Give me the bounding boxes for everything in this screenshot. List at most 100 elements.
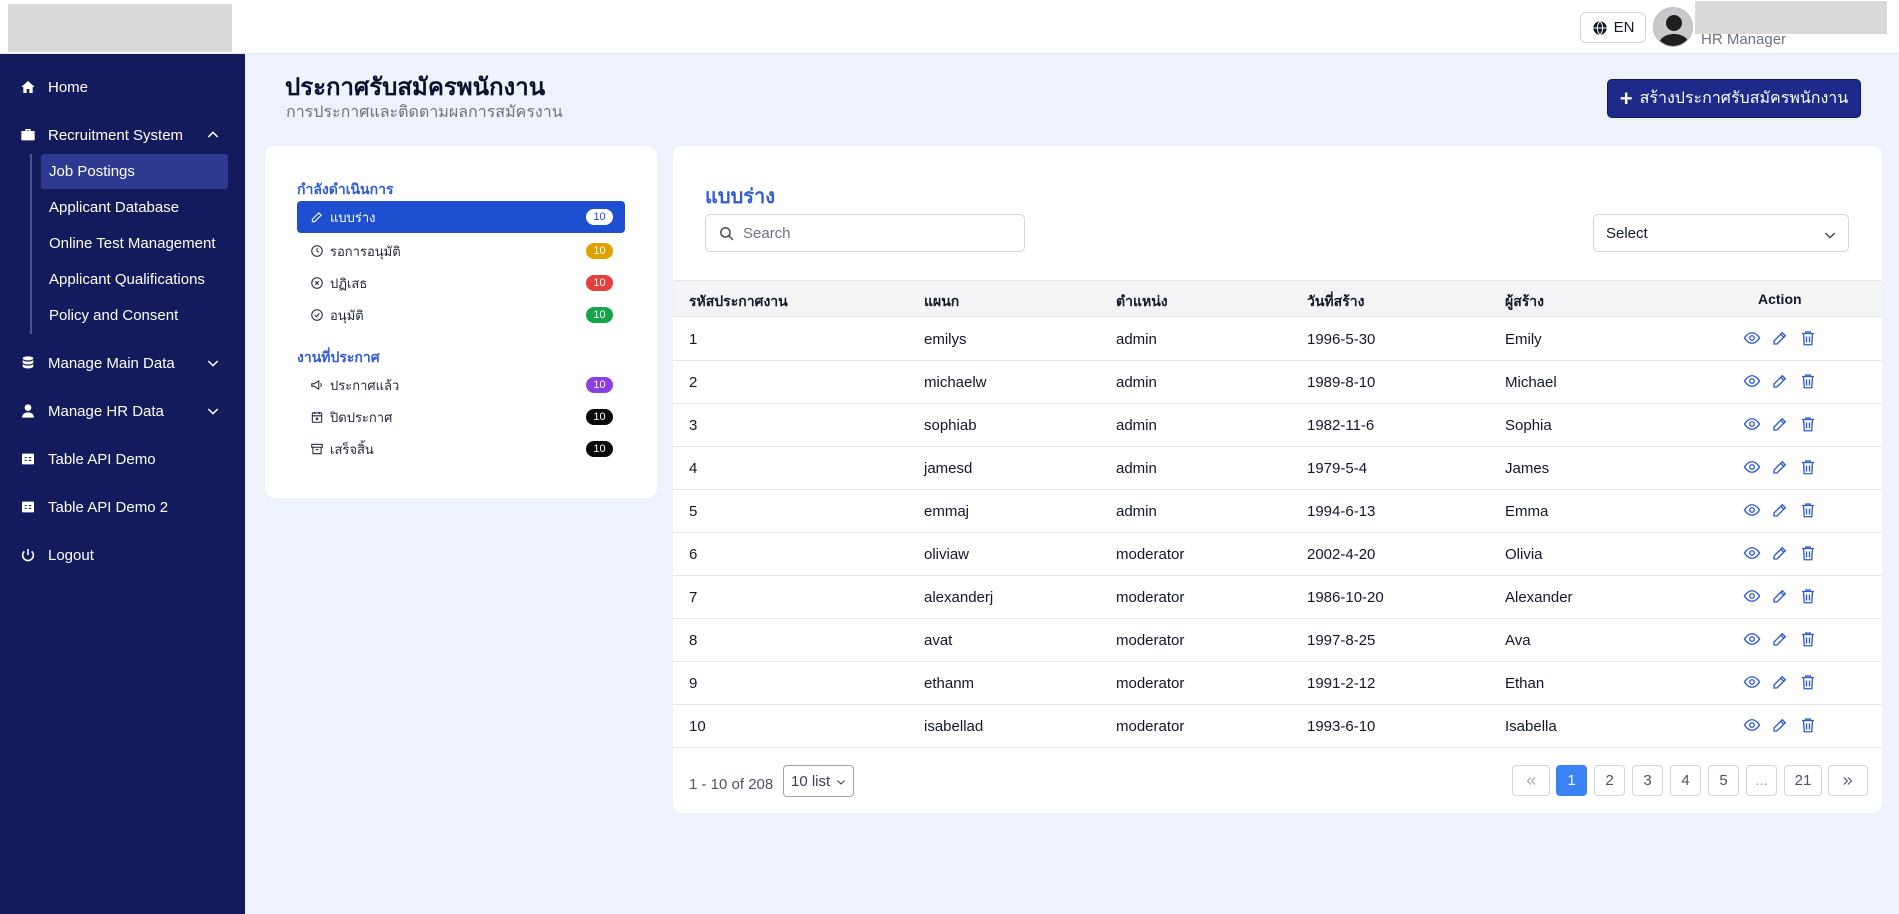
- sidebar-subitem-applicant-qualifications[interactable]: Applicant Qualifications: [41, 262, 228, 297]
- job-id-cell: 8: [689, 632, 698, 649]
- chevron-down-icon: [1824, 232, 1836, 239]
- status-item-rejected[interactable]: ปฏิเสธ 10: [297, 267, 625, 299]
- creator-cell: Ava: [1505, 632, 1531, 649]
- sidebar-item-recruitment-system[interactable]: Recruitment System: [0, 117, 245, 153]
- job-id-cell: 3: [689, 417, 698, 434]
- column-header: ตำแหน่ง: [1116, 293, 1168, 309]
- chevron-down-icon[interactable]: [205, 403, 221, 419]
- edit-button[interactable]: [1771, 457, 1789, 477]
- pagination-page-3[interactable]: 3: [1632, 765, 1663, 796]
- view-button[interactable]: [1743, 328, 1761, 348]
- edit-button[interactable]: [1771, 586, 1789, 606]
- trash-icon: [1802, 546, 1814, 561]
- sidebar-subitem-policy-and-consent[interactable]: Policy and Consent: [41, 298, 228, 333]
- pagination-page-5[interactable]: 5: [1708, 765, 1739, 796]
- view-button[interactable]: [1743, 672, 1761, 692]
- row-actions: [1743, 715, 1817, 735]
- search-box[interactable]: [705, 214, 1025, 252]
- view-button[interactable]: [1743, 543, 1761, 563]
- pencil-icon: [1773, 675, 1787, 689]
- view-button[interactable]: [1743, 414, 1761, 434]
- eye-icon: [1743, 504, 1761, 516]
- sidebar-item-label: Manage HR Data: [48, 402, 164, 420]
- status-item-closed[interactable]: ปิดประกาศ 10: [297, 401, 625, 433]
- edit-button[interactable]: [1771, 629, 1789, 649]
- create-job-posting-button[interactable]: + สร้างประกาศรับสมัครพนักงาน: [1607, 79, 1861, 118]
- view-button[interactable]: [1743, 586, 1761, 606]
- delete-button[interactable]: [1799, 715, 1817, 735]
- delete-button[interactable]: [1799, 543, 1817, 563]
- status-item-completed[interactable]: เสร็จสิ้น 10: [297, 433, 625, 465]
- chevron-up-icon[interactable]: [205, 127, 221, 143]
- sidebar-subitem-applicant-database[interactable]: Applicant Database: [41, 190, 228, 225]
- sidebar-item-home[interactable]: Home: [0, 69, 245, 105]
- job-id-cell: 9: [689, 675, 698, 692]
- sidebar-item-table-api-demo-2[interactable]: Table API Demo 2: [0, 489, 245, 525]
- sidebar-item-logout[interactable]: Logout: [0, 537, 245, 573]
- status-item-label: อนุมัติ: [330, 307, 364, 323]
- status-item-label: ประกาศแล้ว: [330, 377, 400, 393]
- avatar[interactable]: [1653, 7, 1693, 47]
- department-cell: jamesd: [924, 460, 973, 477]
- trash-icon: [1802, 589, 1814, 604]
- view-button[interactable]: [1743, 629, 1761, 649]
- delete-button[interactable]: [1799, 629, 1817, 649]
- status-count-badge: 10: [586, 243, 613, 259]
- pencil-icon: [1773, 331, 1787, 345]
- chevron-down-icon[interactable]: [205, 355, 221, 371]
- status-item-published[interactable]: ประกาศแล้ว 10: [297, 369, 625, 401]
- view-button[interactable]: [1743, 500, 1761, 520]
- delete-button[interactable]: [1799, 672, 1817, 692]
- status-item-draft[interactable]: แบบร่าง 10: [297, 201, 625, 233]
- created-date-cell: 2002-4-20: [1307, 546, 1376, 563]
- edit-button[interactable]: [1771, 414, 1789, 434]
- sidebar-item-manage-hr-data[interactable]: Manage HR Data: [0, 393, 245, 429]
- per-page-select[interactable]: 10 list: [783, 765, 854, 797]
- creator-cell: Alexander: [1505, 589, 1573, 606]
- sidebar-item-manage-main-data[interactable]: Manage Main Data: [0, 345, 245, 381]
- database-icon: [22, 356, 34, 369]
- pagination-page-21[interactable]: 21: [1784, 765, 1822, 796]
- status-item-pending-approval[interactable]: รอการอนุมัติ 10: [297, 235, 625, 267]
- view-button[interactable]: [1743, 371, 1761, 391]
- pagination-page-4[interactable]: 4: [1670, 765, 1701, 796]
- sidebar-subitem-online-test-management[interactable]: Online Test Management: [41, 226, 228, 261]
- filter-select[interactable]: Select: [1593, 214, 1849, 252]
- search-input[interactable]: [743, 224, 1003, 242]
- sidebar: Home Recruitment System Job Postings App…: [0, 54, 245, 914]
- trash-icon: [1802, 503, 1814, 518]
- status-count-badge: 10: [586, 409, 613, 425]
- delete-button[interactable]: [1799, 414, 1817, 434]
- x-circle-icon: [310, 277, 323, 289]
- view-button[interactable]: [1743, 457, 1761, 477]
- eye-icon: [1743, 676, 1761, 688]
- sidebar-item-table-api-demo[interactable]: Table API Demo: [0, 441, 245, 477]
- language-switcher[interactable]: EN: [1580, 12, 1646, 43]
- delete-button[interactable]: [1799, 371, 1817, 391]
- pagination-page-2[interactable]: 2: [1594, 765, 1625, 796]
- edit-button[interactable]: [1771, 543, 1789, 563]
- view-button[interactable]: [1743, 715, 1761, 735]
- calendar-x-icon: [311, 411, 322, 423]
- delete-button[interactable]: [1799, 500, 1817, 520]
- sidebar-subitem-job-postings[interactable]: Job Postings: [41, 154, 228, 189]
- trash-icon: [1802, 675, 1814, 690]
- status-item-approved[interactable]: อนุมัติ 10: [297, 299, 625, 331]
- department-cell: sophiab: [924, 417, 977, 434]
- edit-button[interactable]: [1771, 371, 1789, 391]
- user-silhouette-icon: [1658, 15, 1690, 46]
- edit-button[interactable]: [1771, 500, 1789, 520]
- user-icon: [22, 404, 34, 418]
- delete-button[interactable]: [1799, 586, 1817, 606]
- delete-button[interactable]: [1799, 457, 1817, 477]
- delete-button[interactable]: [1799, 328, 1817, 348]
- job-id-cell: 1: [689, 331, 698, 348]
- pagination-first-button[interactable]: [1512, 765, 1550, 796]
- csv-icon: [22, 453, 34, 465]
- edit-button[interactable]: [1771, 672, 1789, 692]
- edit-button[interactable]: [1771, 715, 1789, 735]
- edit-button[interactable]: [1771, 328, 1789, 348]
- archive-icon: [310, 443, 323, 455]
- pagination-last-button[interactable]: [1828, 765, 1868, 796]
- pagination-page-1[interactable]: 1: [1556, 765, 1587, 796]
